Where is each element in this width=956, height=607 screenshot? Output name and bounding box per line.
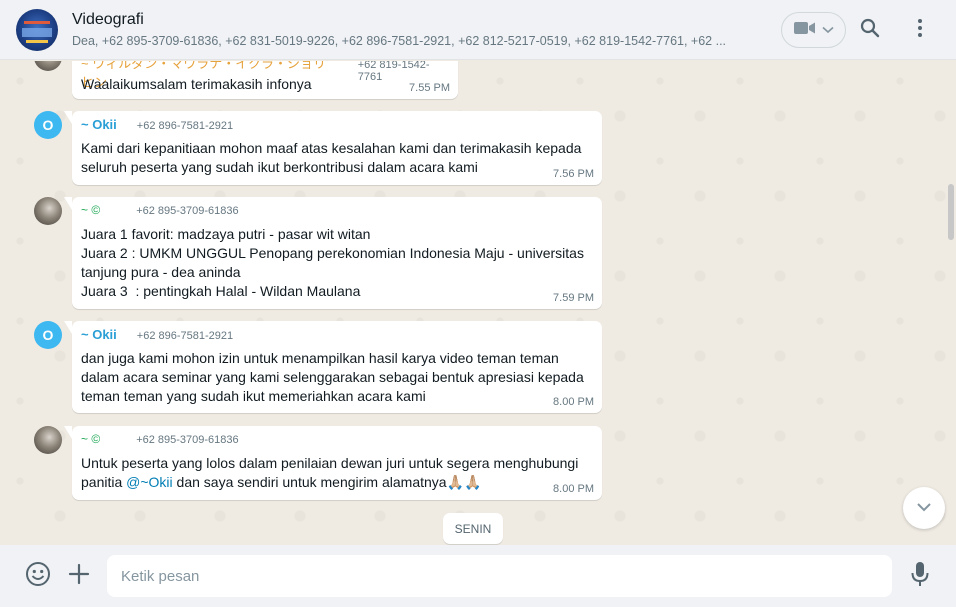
sender-phone: +62 895-3709-61836 — [136, 205, 239, 217]
message-bubble[interactable]: ~ © +62 895-3709-61836 Untuk peserta yan… — [64, 426, 602, 500]
sender-phone: +62 895-3709-61836 — [136, 434, 239, 446]
sender-phone: +62 819-1542-7761 — [357, 61, 430, 83]
message-time: 7.59 PM — [553, 292, 594, 304]
message-input[interactable] — [107, 555, 892, 597]
message-text: Untuk peserta yang lolos dalam penilaian… — [81, 454, 593, 492]
message-bubble[interactable]: ~ © +62 895-3709-61836 Juara 1 favorit: … — [64, 197, 602, 309]
group-avatar[interactable] — [16, 9, 58, 51]
sender-phone: +62 896-7581-2921 — [136, 330, 234, 342]
message-bubble[interactable]: ~ ウィルダン・マウラナ・イクラ・ショリヒン +62 819-1542-7761… — [72, 61, 458, 99]
sender-avatar[interactable] — [34, 61, 62, 71]
message-bubble[interactable]: ~ Okii +62 896-7581-2921 dan juga kami m… — [64, 321, 602, 413]
chevron-down-icon — [821, 21, 834, 39]
chevron-down-icon — [916, 499, 932, 517]
scrollbar-thumb[interactable] — [948, 184, 954, 240]
scroll-to-bottom-button[interactable] — [903, 487, 945, 529]
plus-icon — [68, 563, 90, 590]
mention-link[interactable]: @~Okii — [126, 474, 173, 490]
message-time: 7.56 PM — [553, 168, 594, 180]
day-divider: SENIN — [443, 513, 503, 544]
sender-name[interactable]: ~ © — [81, 203, 100, 217]
message-text-part: dan saya sendiri untuk mengirim alamatny… — [172, 474, 447, 490]
message-text: Kami dari kepanitiaan mohon maaf atas ke… — [81, 140, 586, 175]
participants-list[interactable]: Dea, +62 895-3709-61836, +62 831-5019-92… — [72, 34, 752, 48]
message-text: dan juga kami mohon izin untuk menampilk… — [81, 350, 588, 404]
sender-name[interactable]: ~ Okii — [81, 117, 117, 132]
sender-row: ~ © +62 895-3709-61836 — [81, 203, 593, 223]
message-time: 8.00 PM — [553, 396, 594, 408]
chat-header: Videografi Dea, +62 895-3709-61836, +62 … — [0, 0, 956, 60]
search-button[interactable] — [855, 15, 885, 45]
message-time: 7.55 PM — [409, 82, 450, 94]
menu-button[interactable] — [905, 15, 935, 45]
attach-button[interactable] — [64, 561, 94, 591]
video-camera-icon — [793, 21, 816, 40]
sender-avatar[interactable]: O — [34, 321, 62, 349]
message-bubble[interactable]: ~ Okii +62 896-7581-2921 Kami dari kepan… — [64, 111, 602, 185]
kebab-menu-icon — [917, 18, 923, 43]
sender-name[interactable]: ~ Okii — [81, 327, 117, 342]
sender-row: ~ © +62 895-3709-61836 — [81, 432, 593, 452]
chat-title[interactable]: Videografi — [72, 11, 144, 29]
sender-phone: +62 896-7581-2921 — [136, 120, 234, 132]
emoji-icon — [25, 561, 51, 592]
sender-avatar[interactable] — [34, 426, 62, 454]
sender-row: ~ Okii +62 896-7581-2921 — [81, 327, 593, 347]
message-time: 8.00 PM — [553, 483, 594, 495]
sender-row: ~ ウィルダン・マウラナ・イクラ・ショリヒン +62 819-1542-7761 — [81, 61, 449, 90]
composer-bar — [0, 545, 956, 607]
sender-name[interactable]: ~ © — [81, 432, 100, 446]
message-list[interactable]: ~ ウィルダン・マウラナ・イクラ・ショリヒン +62 819-1542-7761… — [0, 61, 956, 545]
microphone-icon — [911, 561, 929, 592]
video-call-button[interactable] — [781, 12, 846, 48]
message-text: Juara 1 favorit: madzaya putri - pasar w… — [81, 226, 584, 299]
emoji-button[interactable] — [23, 561, 53, 591]
sender-avatar[interactable] — [34, 197, 62, 225]
sender-row: ~ Okii +62 896-7581-2921 — [81, 117, 593, 137]
sender-avatar[interactable]: O — [34, 111, 62, 139]
praying-hands-emoji: 🙏🏼🙏🏼 — [446, 474, 482, 490]
search-icon — [860, 18, 880, 43]
voice-message-button[interactable] — [905, 561, 935, 591]
